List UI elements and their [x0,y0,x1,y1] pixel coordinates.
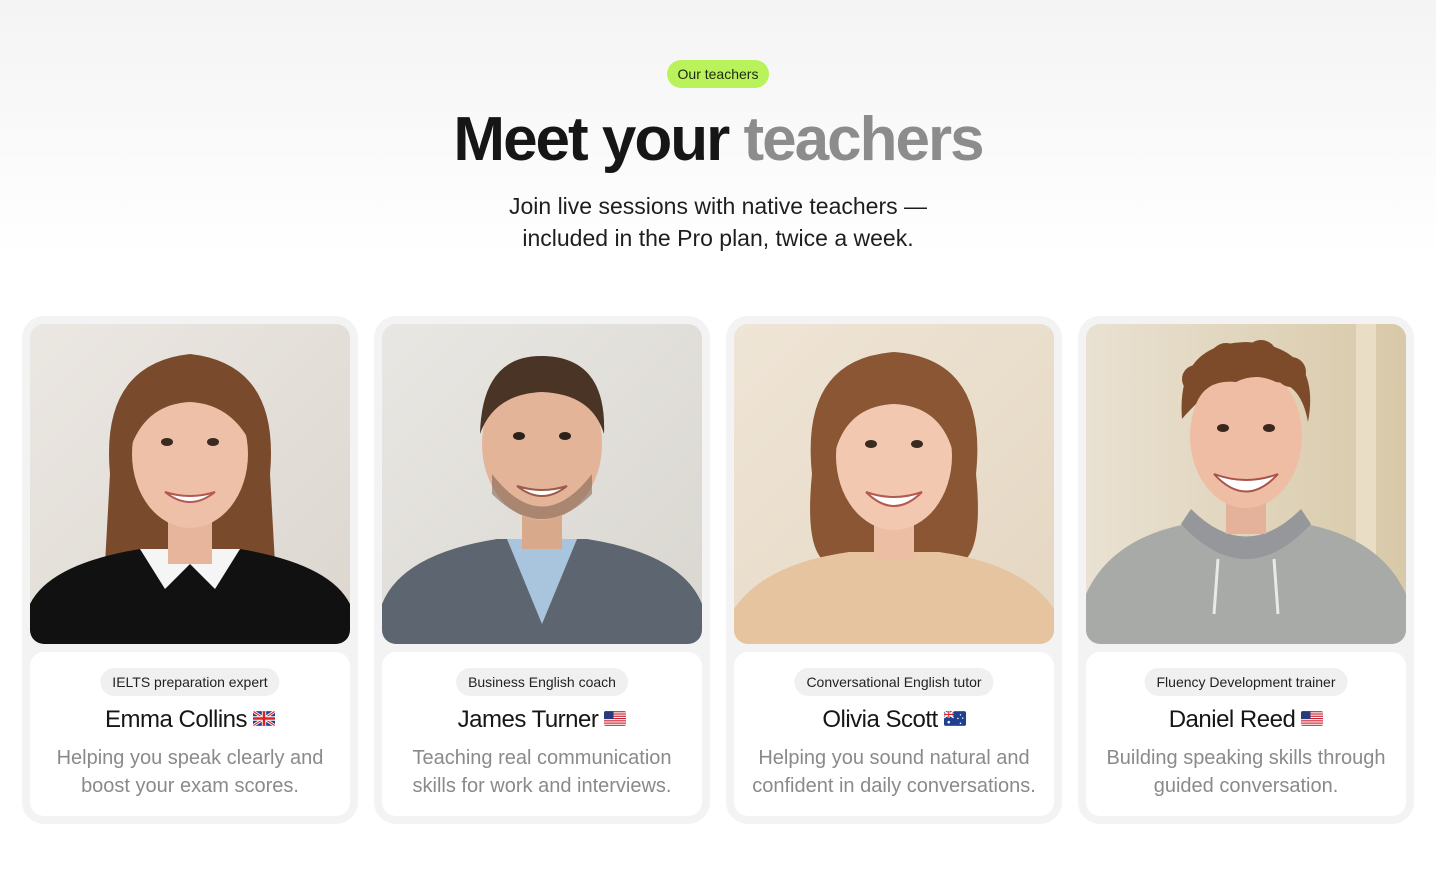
teacher-name: Emma Collins [30,704,350,736]
teacher-info: Fluency Development trainer Daniel Reed … [1086,652,1406,816]
teacher-role-badge: Fluency Development trainer [1144,668,1348,696]
teacher-name-text: Olivia Scott [822,706,938,733]
teacher-description: Teaching real communication skills for w… [412,747,672,797]
teacher-card-olivia[interactable]: Conversational English tutor Olivia Scot… [726,316,1062,824]
subtitle-line-1: Join live sessions with native teachers … [508,193,928,219]
teacher-photo [382,324,702,644]
teacher-photo [734,324,1054,644]
section-badge: Our teachers [667,60,769,88]
teacher-photo [30,324,350,644]
teacher-role-badge: Business English coach [456,668,628,696]
teacher-name: James Turner [382,704,702,736]
teacher-role-badge: IELTS preparation expert [100,668,280,696]
teacher-info: Business English coach James Turner Teac… [382,652,702,816]
teacher-description: Helping you speak clearly and boost your… [56,747,324,797]
olivia-portrait-image [734,324,1054,644]
title-main: Meet your [453,105,730,174]
daniel-portrait-image [1086,324,1406,644]
page-title: Meet your teachers [0,104,1436,176]
teacher-name: Olivia Scott [734,704,1054,736]
teacher-card-daniel[interactable]: Fluency Development trainer Daniel Reed … [1078,316,1414,824]
subtitle-line-2: included in the Pro plan, twice a week. [522,225,914,251]
teacher-card-emma[interactable]: IELTS preparation expert Emma Collins He… [22,316,358,824]
teacher-description: Helping you sound natural and confident … [752,747,1036,797]
us-flag-icon [1301,711,1324,726]
australia-flag-icon [943,711,966,726]
teacher-card-james[interactable]: Business English coach James Turner Teac… [374,316,710,824]
uk-flag-icon [253,711,276,727]
teacher-photo [1086,324,1406,644]
title-accent: teachers [743,105,985,174]
teacher-description: Building speaking skills through guided … [1106,747,1386,797]
page-subtitle: Join live sessions with native teachers … [418,190,1018,254]
teacher-name-text: Daniel Reed [1168,706,1296,733]
teacher-info: IELTS preparation expert Emma Collins He… [30,652,350,816]
us-flag-icon [604,711,627,726]
teacher-name-text: Emma Collins [104,706,248,733]
teacher-info: Conversational English tutor Olivia Scot… [734,652,1054,816]
teacher-name-text: James Turner [457,706,599,733]
teacher-name: Daniel Reed [1086,704,1406,736]
james-portrait-image [382,324,702,644]
teacher-role-badge: Conversational English tutor [794,668,994,696]
emma-portrait-image [30,324,350,644]
